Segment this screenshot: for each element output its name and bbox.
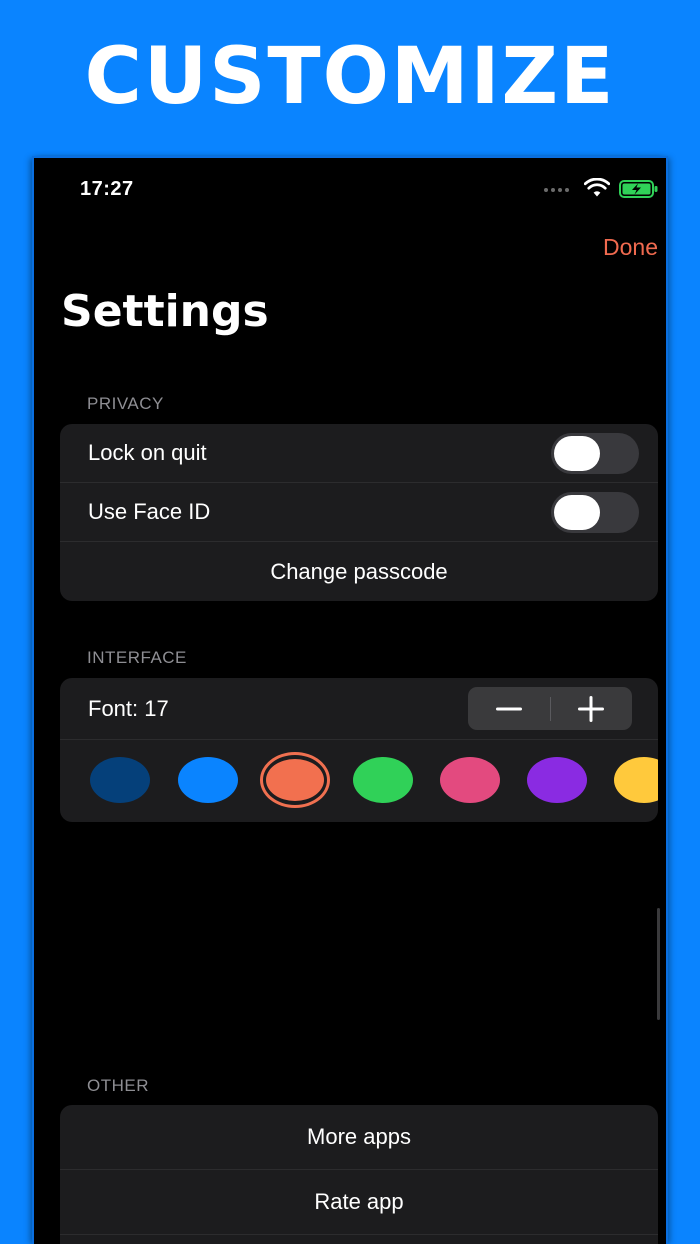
- font-size-label: Font: 17: [88, 695, 169, 721]
- page-title: Settings: [61, 286, 269, 337]
- font-size-row: Font: 17: [60, 678, 658, 740]
- color-swatch-yellow[interactable]: [614, 757, 658, 803]
- battery-charging-icon: [619, 180, 658, 198]
- lock-on-quit-label: Lock on quit: [88, 440, 207, 465]
- minus-icon: [495, 707, 522, 710]
- other-group: More apps Rate app: [60, 1105, 658, 1244]
- more-apps-button[interactable]: More apps: [60, 1105, 658, 1170]
- color-swatch-green[interactable]: [353, 757, 413, 803]
- status-bar: 17:27: [34, 158, 666, 218]
- font-size-stepper: [468, 687, 632, 730]
- increase-font-button[interactable]: [551, 687, 633, 730]
- color-swatch-navy[interactable]: [90, 757, 150, 803]
- rate-app-label: Rate app: [314, 1189, 404, 1214]
- done-button[interactable]: Done: [603, 234, 658, 261]
- signal-dots-icon: [544, 188, 569, 192]
- wifi-icon: [584, 178, 610, 197]
- status-time: 17:27: [80, 178, 134, 200]
- plus-icon: [578, 695, 605, 722]
- use-face-id-toggle[interactable]: [551, 492, 639, 533]
- scroll-indicator[interactable]: [657, 908, 660, 1020]
- color-swatch-row: [60, 740, 658, 822]
- change-passcode-label: Change passcode: [270, 558, 448, 584]
- section-header-interface: INTERFACE: [87, 648, 187, 667]
- lock-on-quit-row: Lock on quit: [60, 424, 658, 483]
- color-swatch-pink[interactable]: [440, 757, 500, 803]
- promo-title: CUSTOMIZE: [84, 32, 616, 122]
- change-passcode-button[interactable]: Change passcode: [60, 542, 658, 601]
- section-header-other: OTHER: [87, 1076, 149, 1095]
- phone-screen: 17:27 Done Settings PRIVACY Lock on quit…: [34, 158, 666, 1244]
- use-face-id-row: Use Face ID: [60, 483, 658, 542]
- use-face-id-label: Use Face ID: [88, 499, 211, 524]
- toggle-knob: [554, 436, 600, 471]
- color-swatch-orange[interactable]: [266, 759, 324, 801]
- section-header-privacy: PRIVACY: [87, 394, 164, 413]
- lock-on-quit-toggle[interactable]: [551, 433, 639, 474]
- rate-app-button[interactable]: Rate app: [60, 1170, 658, 1235]
- toggle-knob: [554, 495, 600, 530]
- privacy-group: Lock on quit Use Face ID Change passcode: [60, 424, 658, 601]
- promo-banner: CUSTOMIZE: [0, 0, 700, 158]
- decrease-font-button[interactable]: [468, 687, 550, 730]
- color-swatch-blue[interactable]: [178, 757, 238, 803]
- interface-group: Font: 17: [60, 678, 658, 822]
- color-swatch-purple[interactable]: [527, 757, 587, 803]
- more-apps-label: More apps: [307, 1124, 411, 1149]
